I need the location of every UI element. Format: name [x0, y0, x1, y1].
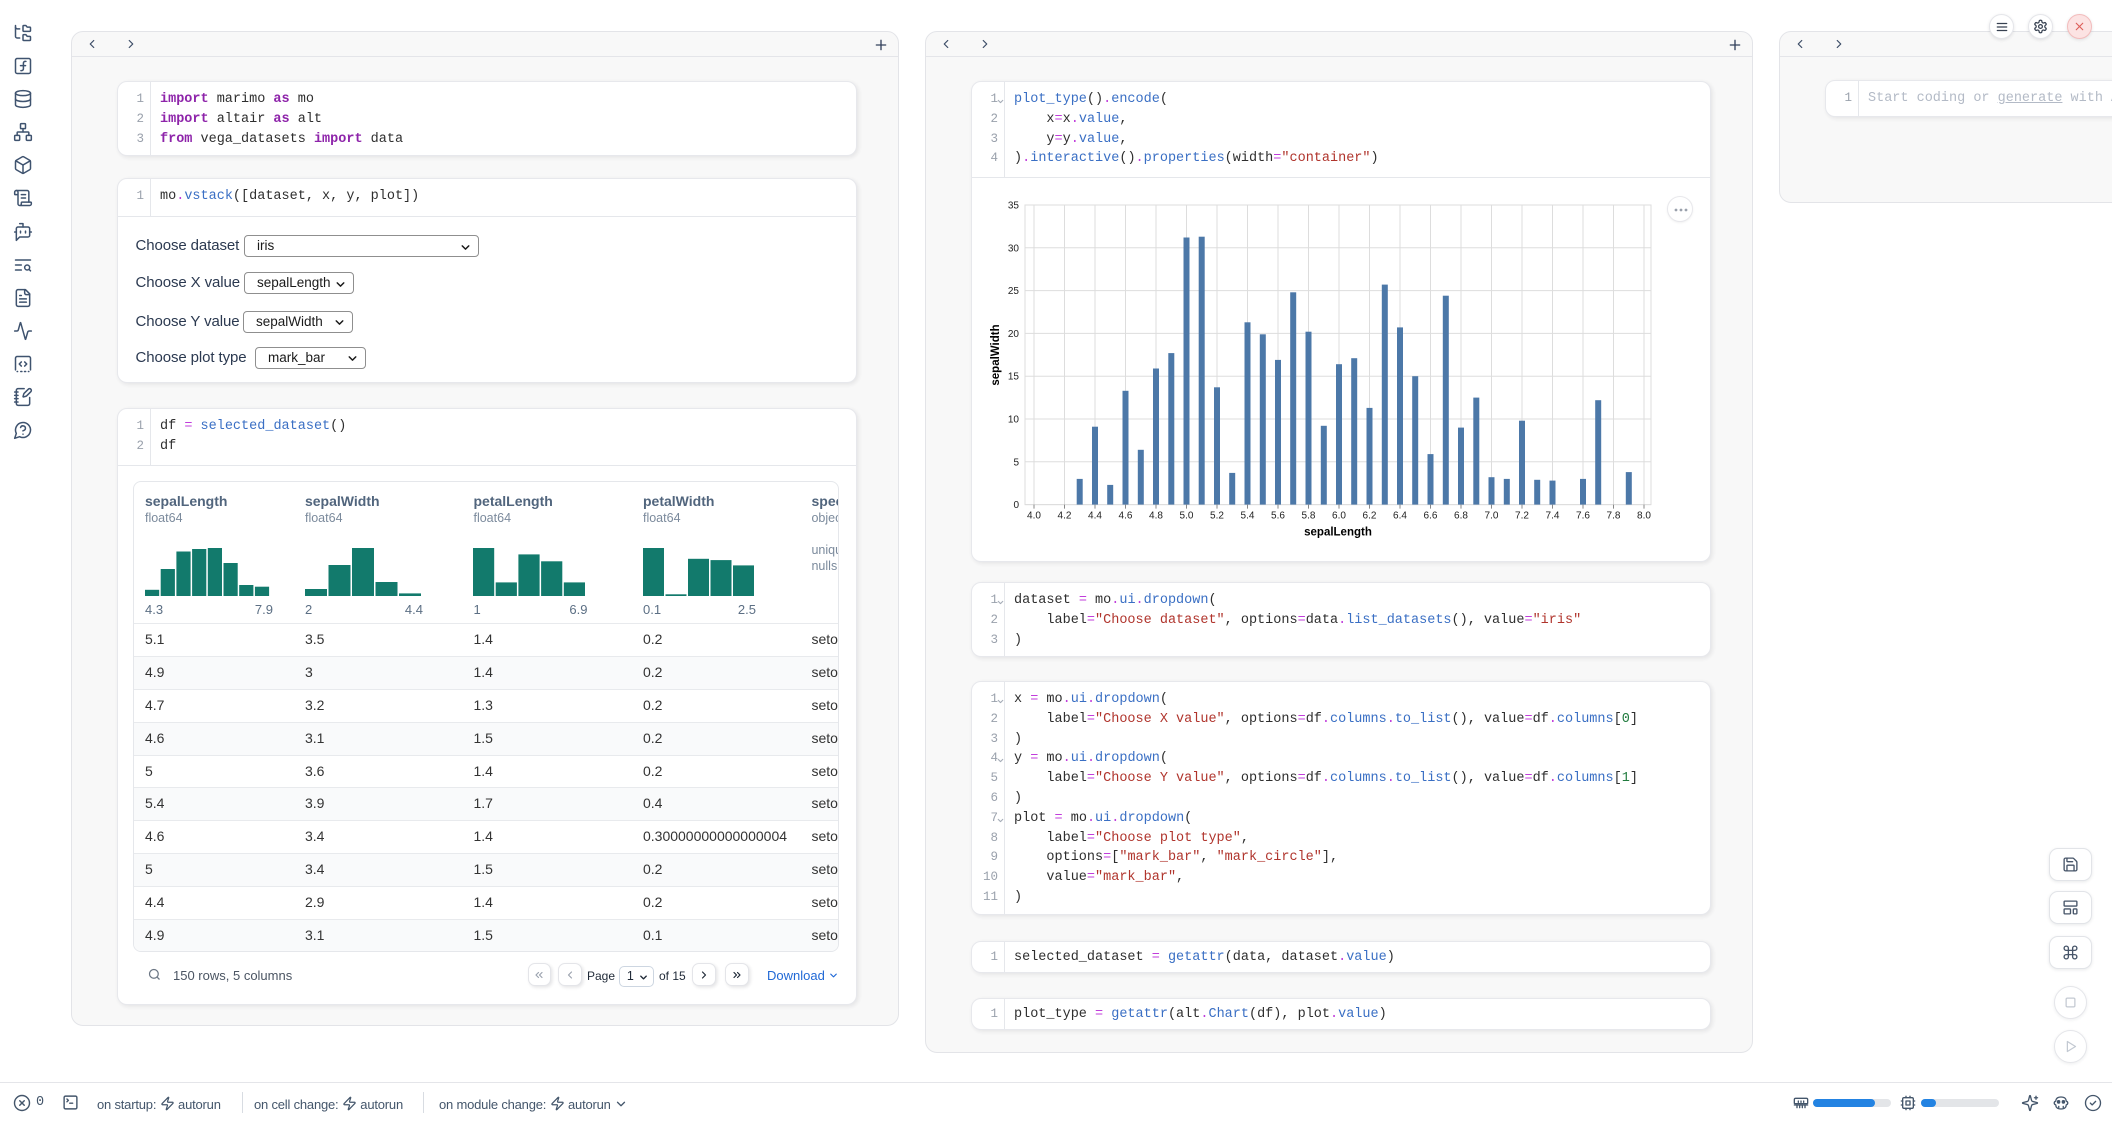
svg-text:35: 35	[1008, 201, 1020, 212]
svg-text:25: 25	[1008, 286, 1020, 297]
svg-text:5.4: 5.4	[1241, 511, 1255, 522]
svg-text:5.0: 5.0	[1180, 511, 1194, 522]
svg-text:4.6: 4.6	[1119, 511, 1133, 522]
svg-text:6.0: 6.0	[1332, 511, 1346, 522]
svg-text:30: 30	[1008, 243, 1020, 254]
svg-text:4.4: 4.4	[1088, 511, 1102, 522]
svg-text:0: 0	[1013, 500, 1019, 511]
svg-text:6.4: 6.4	[1393, 511, 1407, 522]
svg-text:6.6: 6.6	[1424, 511, 1438, 522]
svg-text:15: 15	[1008, 372, 1020, 383]
svg-text:4.2: 4.2	[1058, 511, 1072, 522]
svg-text:sepalLength: sepalLength	[1304, 527, 1372, 539]
svg-text:7.6: 7.6	[1576, 511, 1590, 522]
svg-text:8.0: 8.0	[1637, 511, 1651, 522]
svg-text:7.4: 7.4	[1546, 511, 1560, 522]
svg-text:6.8: 6.8	[1454, 511, 1468, 522]
svg-text:7.0: 7.0	[1485, 511, 1499, 522]
svg-text:5.6: 5.6	[1271, 511, 1285, 522]
svg-text:7.8: 7.8	[1607, 511, 1621, 522]
svg-text:5.8: 5.8	[1302, 511, 1316, 522]
svg-text:6.2: 6.2	[1363, 511, 1377, 522]
svg-text:7.2: 7.2	[1515, 511, 1529, 522]
svg-text:sepalWidth: sepalWidth	[990, 324, 1002, 385]
svg-text:4.0: 4.0	[1027, 511, 1041, 522]
svg-text:5: 5	[1013, 457, 1019, 468]
svg-text:5.2: 5.2	[1210, 511, 1224, 522]
svg-text:20: 20	[1008, 329, 1020, 340]
svg-text:10: 10	[1008, 415, 1020, 426]
svg-text:4.8: 4.8	[1149, 511, 1163, 522]
